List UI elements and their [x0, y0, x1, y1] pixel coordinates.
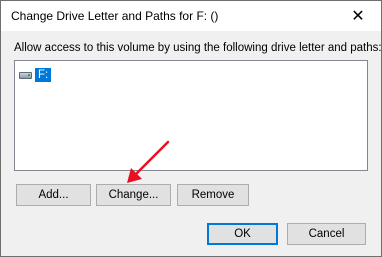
list-item-label: F: [35, 68, 52, 82]
change-button[interactable]: Change... [96, 184, 171, 206]
annotation-arrow-icon [127, 140, 170, 183]
change-drive-letter-dialog: Change Drive Letter and Paths for F: () … [0, 0, 382, 257]
title-bar: Change Drive Letter and Paths for F: () … [1, 1, 381, 31]
add-button[interactable]: Add... [16, 184, 91, 206]
close-icon: ✕ [351, 8, 365, 25]
close-button[interactable]: ✕ [335, 1, 381, 31]
ok-button[interactable]: OK [207, 223, 278, 245]
cancel-button[interactable]: Cancel [287, 223, 366, 245]
dialog-title: Change Drive Letter and Paths for F: () [11, 9, 219, 23]
instruction-text: Allow access to this volume by using the… [14, 42, 382, 54]
list-item[interactable]: F: [19, 68, 52, 82]
remove-button[interactable]: Remove [177, 184, 249, 206]
drive-icon [19, 71, 32, 79]
paths-listbox[interactable]: F: [14, 60, 368, 171]
